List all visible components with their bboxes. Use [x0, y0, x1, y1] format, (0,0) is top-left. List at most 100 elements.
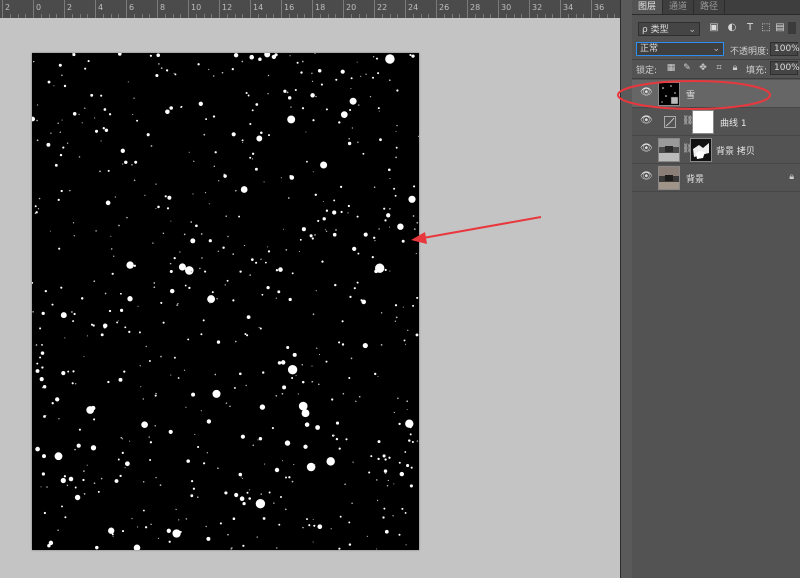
ruler-tick	[529, 0, 530, 18]
snowflake	[384, 268, 387, 272]
snowflake	[290, 106, 292, 108]
lock-icon[interactable]: 🔒︎	[789, 172, 794, 182]
snowflake	[273, 502, 275, 504]
eye-icon[interactable]: 👁︎	[640, 144, 653, 154]
snowflake	[118, 224, 120, 227]
lock-transparent-icon[interactable]: ▦	[666, 63, 676, 73]
snowflake	[325, 360, 328, 363]
snowflake	[312, 541, 314, 543]
layer-row-background-copy[interactable]: 👁︎ ⛓︎ 背景 拷贝	[632, 136, 800, 164]
snowflake	[406, 400, 409, 403]
layer-row-background[interactable]: 👁︎ 背景 🔒︎	[632, 164, 800, 192]
snowflake	[243, 244, 246, 247]
snowflake	[74, 494, 81, 501]
snowflake	[105, 200, 111, 206]
ruler-tick	[498, 0, 499, 18]
snowflake	[311, 72, 313, 75]
lock-all-icon[interactable]: 🔒︎	[730, 63, 740, 73]
snowflake	[365, 232, 367, 234]
layer-mask-thumbnail	[692, 110, 714, 134]
snowflake	[117, 320, 119, 322]
blend-mode-select[interactable]: 正常 ⌄	[636, 42, 724, 56]
snowflake	[268, 134, 270, 137]
snowflake	[411, 440, 414, 444]
tab-layers[interactable]: 图层	[632, 0, 664, 14]
layer-name[interactable]: 曲线 1	[720, 116, 747, 129]
image-filter-icon[interactable]: ▣	[708, 22, 720, 34]
snowflake	[332, 210, 337, 215]
snowflake	[84, 107, 86, 109]
snowflake	[119, 292, 122, 295]
snowflake	[173, 256, 176, 260]
snowflake	[350, 87, 352, 90]
snowflake	[108, 113, 112, 116]
snowflake	[169, 288, 175, 294]
layer-filter-select[interactable]: ρ 类型 ⌄	[638, 22, 700, 36]
layer-name[interactable]: 背景 拷贝	[716, 144, 755, 157]
snowflake	[410, 466, 413, 469]
snowflake	[206, 419, 212, 424]
snowflake	[285, 249, 288, 251]
chain-link-icon[interactable]: ⛓︎	[682, 144, 693, 154]
snowflake	[348, 543, 352, 546]
snowflake	[401, 507, 404, 510]
snowflake	[416, 440, 419, 442]
snowflake	[64, 337, 66, 339]
snowflake	[78, 428, 81, 431]
snowflake	[378, 228, 380, 230]
tab-channels[interactable]: 通道	[663, 0, 695, 14]
adjustment-filter-icon[interactable]: ◐	[726, 22, 738, 34]
snowflake	[315, 425, 320, 430]
snowflake	[245, 91, 248, 95]
snowflake	[57, 198, 60, 201]
snowflake	[102, 323, 108, 328]
snowflake	[388, 79, 391, 82]
lock-artboard-icon[interactable]: ⌗	[714, 63, 724, 73]
snowflake	[238, 472, 243, 477]
snowflake	[240, 186, 248, 193]
snowflake	[122, 163, 124, 165]
snowflake	[335, 78, 338, 81]
chain-link-icon[interactable]: ⛓︎	[682, 116, 693, 126]
snowflake	[138, 331, 141, 334]
smart-object-filter-icon[interactable]: ▤	[774, 22, 786, 34]
document-canvas[interactable]	[32, 53, 419, 550]
snowflake	[293, 463, 295, 466]
snowflake	[217, 250, 220, 253]
snowflake	[216, 340, 221, 344]
snowflake	[72, 53, 74, 55]
snowflake	[123, 370, 126, 373]
lock-pixels-icon[interactable]: ✎	[682, 63, 692, 73]
snowflake	[245, 384, 247, 387]
lock-position-icon[interactable]: ✥	[698, 63, 708, 73]
eye-icon[interactable]: 👁︎	[640, 172, 653, 182]
snowflake	[341, 343, 345, 346]
layer-name[interactable]: 背景	[686, 172, 704, 185]
snowflake	[282, 385, 287, 390]
snowflake	[205, 118, 208, 121]
opacity-field[interactable]: 100%	[770, 42, 800, 56]
layer-row-curves[interactable]: 👁︎ ⛓︎ 曲线 1	[632, 108, 800, 136]
snowflake	[81, 122, 83, 124]
snowflake	[320, 161, 328, 169]
tab-paths[interactable]: 路径	[694, 0, 726, 14]
snowflake	[102, 127, 105, 130]
snowflake	[338, 547, 341, 550]
snowflake	[197, 445, 200, 449]
snowflake	[67, 370, 70, 373]
snowflake	[190, 270, 193, 273]
snowflake	[278, 523, 281, 526]
filter-toggle[interactable]	[788, 22, 796, 34]
snowflake	[43, 511, 46, 515]
snowflake	[229, 405, 231, 408]
fill-field[interactable]: 100%	[770, 61, 800, 75]
snowflake	[384, 219, 387, 222]
snowflake	[368, 471, 371, 474]
type-filter-icon[interactable]: T	[744, 22, 756, 34]
snowflake	[169, 262, 172, 265]
eye-icon[interactable]: 👁︎	[640, 116, 653, 126]
snowflake	[180, 105, 183, 108]
snowflake	[134, 160, 138, 164]
snowflake	[249, 156, 252, 159]
shape-filter-icon[interactable]: ⬚	[760, 22, 772, 34]
